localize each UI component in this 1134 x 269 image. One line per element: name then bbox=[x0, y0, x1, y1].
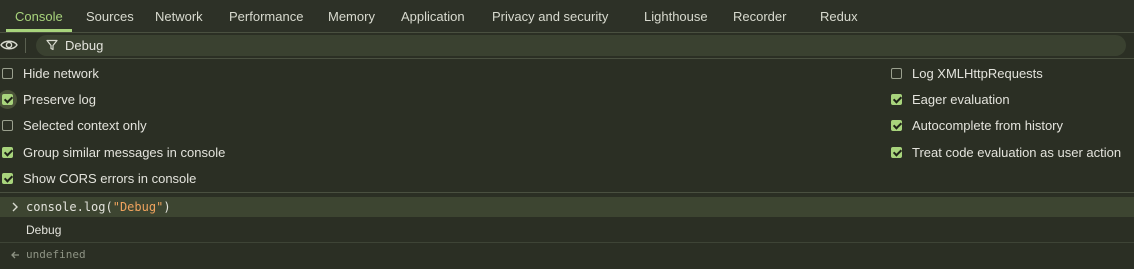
console-log-message: Debug bbox=[0, 220, 1134, 243]
setting-label: Group similar messages in console bbox=[23, 145, 226, 160]
setting-label: Autocomplete from history bbox=[912, 118, 1064, 133]
tab-recorder[interactable]: Recorder bbox=[733, 0, 786, 32]
checkbox[interactable] bbox=[2, 147, 13, 158]
filter-input-value: Debug bbox=[65, 38, 104, 53]
code-dot: . bbox=[76, 200, 84, 214]
checkbox[interactable] bbox=[2, 173, 13, 184]
code-string: "Debug" bbox=[112, 200, 164, 214]
console-settings-pane: Hide network Preserve log Selected conte… bbox=[0, 59, 1134, 193]
code-method: log bbox=[83, 200, 106, 214]
code-paren-close: ) bbox=[163, 200, 171, 214]
checkbox[interactable] bbox=[2, 120, 13, 131]
checkbox[interactable] bbox=[891, 68, 902, 79]
setting-label: Eager evaluation bbox=[912, 92, 1010, 107]
tab-redux[interactable]: Redux bbox=[820, 0, 858, 32]
tab-console[interactable]: Console bbox=[15, 0, 63, 32]
chevron-right-icon bbox=[12, 202, 18, 212]
console-input-entry[interactable]: console.log("Debug") bbox=[0, 197, 1134, 217]
setting-label: Show CORS errors in console bbox=[23, 171, 197, 186]
return-arrow-icon bbox=[11, 251, 19, 259]
tab-sources[interactable]: Sources bbox=[86, 0, 134, 32]
tab-performance[interactable]: Performance bbox=[229, 0, 303, 32]
panel-tab-bar: Console Sources Network Performance Memo… bbox=[0, 0, 1134, 33]
log-message-text: Debug bbox=[26, 223, 62, 237]
console-input-code: console.log("Debug") bbox=[26, 200, 171, 214]
toolbar-divider bbox=[25, 38, 26, 53]
filter-input[interactable]: Debug bbox=[36, 35, 1126, 56]
console-result-entry: undefined bbox=[0, 244, 1134, 266]
setting-label: Treat code evaluation as user action bbox=[912, 145, 1122, 160]
filter-icon bbox=[46, 39, 58, 51]
checkbox[interactable] bbox=[891, 120, 902, 131]
active-tab-indicator bbox=[6, 29, 72, 32]
checkbox[interactable] bbox=[2, 68, 13, 79]
setting-label: Selected context only bbox=[23, 118, 147, 133]
console-filter-bar: Debug bbox=[0, 33, 1134, 59]
setting-label: Preserve log bbox=[23, 92, 96, 107]
tab-lighthouse[interactable]: Lighthouse bbox=[644, 0, 708, 32]
checkbox[interactable] bbox=[891, 94, 902, 105]
tab-application[interactable]: Application bbox=[401, 0, 465, 32]
tab-network[interactable]: Network bbox=[155, 0, 203, 32]
tab-privacy-and-security[interactable]: Privacy and security bbox=[492, 0, 608, 32]
tab-memory[interactable]: Memory bbox=[328, 0, 375, 32]
setting-label: Hide network bbox=[23, 66, 99, 81]
code-object: console bbox=[26, 200, 77, 214]
checkbox[interactable] bbox=[2, 94, 13, 105]
setting-label: Log XMLHttpRequests bbox=[912, 66, 1043, 81]
eye-icon[interactable] bbox=[0, 37, 18, 53]
code-paren-open: ( bbox=[105, 200, 113, 214]
checkbox[interactable] bbox=[891, 147, 902, 158]
result-value: undefined bbox=[26, 248, 86, 261]
